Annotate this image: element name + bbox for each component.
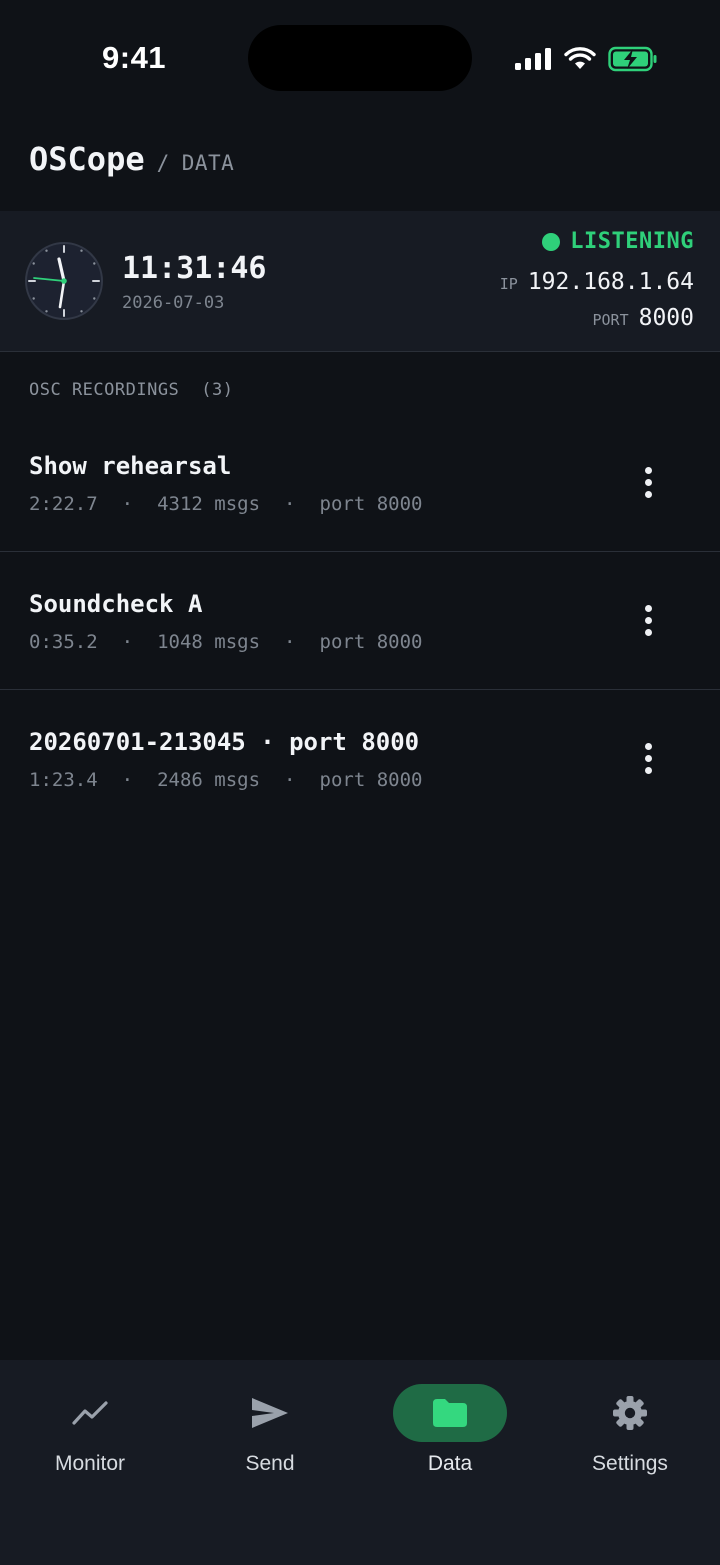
meta-separator: ·	[121, 631, 134, 653]
status-dot-icon	[542, 232, 561, 251]
trend-icon	[33, 1384, 147, 1442]
status-icons	[514, 44, 658, 74]
recordings-heading-label: OSC RECORDINGS	[29, 380, 180, 400]
recording-message-count: 2486 msgs	[157, 769, 261, 791]
recording-duration: 0:35.2	[29, 631, 98, 653]
wifi-icon	[564, 47, 596, 69]
analog-clock-icon	[25, 242, 103, 320]
breadcrumb-separator: /	[156, 151, 170, 175]
recording-meta: 1:23.4 · 2486 msgs · port 8000	[29, 769, 422, 791]
recording-item[interactable]: Show rehearsal 2:22.7 · 4312 msgs · port…	[0, 414, 720, 552]
recordings-count: (3)	[201, 380, 234, 400]
listening-status: LISTENING	[542, 229, 694, 254]
recording-duration: 2:22.7	[29, 493, 98, 515]
recording-message-count: 1048 msgs	[157, 631, 261, 653]
meta-separator: ·	[284, 631, 296, 653]
ip-row: IP 192.168.1.64	[500, 269, 694, 295]
recording-message-count: 4312 msgs	[157, 493, 261, 515]
meta-separator: ·	[121, 769, 134, 791]
tab-label: Data	[427, 1452, 473, 1475]
current-date: 2026-07-03	[122, 293, 225, 313]
meta-separator: ·	[284, 493, 296, 515]
folder-icon	[393, 1384, 507, 1442]
more-options-icon[interactable]	[628, 738, 668, 778]
recording-meta: 0:35.2 · 1048 msgs · port 8000	[29, 631, 422, 653]
ip-label: IP	[499, 275, 518, 293]
tab-monitor[interactable]: Monitor	[0, 1360, 180, 1500]
listener-status-card: 11:31:46 2026-07-03 LISTENING IP 192.168…	[0, 211, 720, 352]
recording-title: Show rehearsal	[29, 452, 232, 480]
meta-separator: ·	[284, 769, 296, 791]
status-bar: 9:41	[0, 0, 720, 118]
more-options-icon[interactable]	[628, 462, 668, 502]
recording-port: port 8000	[319, 493, 423, 515]
listening-label: LISTENING	[570, 229, 694, 254]
tab-label: Send	[245, 1452, 295, 1475]
tab-label: Monitor	[54, 1452, 126, 1475]
recording-port: port 8000	[319, 631, 423, 653]
tab-label: Settings	[592, 1452, 668, 1475]
port-label: PORT	[592, 311, 629, 329]
breadcrumb-current: DATA	[181, 151, 235, 175]
recording-item[interactable]: 20260701-213045 · port 8000 1:23.4 · 248…	[0, 690, 720, 828]
ip-value: 192.168.1.64	[527, 269, 694, 295]
meta-separator: ·	[121, 493, 134, 515]
recording-title: 20260701-213045 · port 8000	[29, 728, 420, 756]
battery-charging-icon	[608, 46, 657, 72]
recording-item[interactable]: Soundcheck A 0:35.2 · 1048 msgs · port 8…	[0, 552, 720, 690]
more-options-icon[interactable]	[628, 600, 668, 640]
gear-icon	[573, 1384, 687, 1442]
bottom-tab-bar: Monitor Send Data Settings	[0, 1360, 720, 1565]
recordings-heading: OSC RECORDINGS (3)	[29, 380, 234, 400]
tab-data[interactable]: Data	[360, 1360, 540, 1500]
tab-settings[interactable]: Settings	[540, 1360, 720, 1500]
recording-title: Soundcheck A	[29, 590, 203, 618]
status-bar-time: 9:41	[102, 40, 167, 75]
recording-meta: 2:22.7 · 4312 msgs · port 8000	[29, 493, 422, 515]
send-icon	[213, 1384, 327, 1442]
current-time: 11:31:46	[122, 251, 267, 286]
dynamic-island	[248, 25, 472, 91]
app-header: OSCope / DATA	[29, 140, 234, 178]
app-title: OSCope	[29, 140, 145, 178]
tab-send[interactable]: Send	[180, 1360, 360, 1500]
recording-port: port 8000	[319, 769, 423, 791]
port-row: PORT 8000	[592, 305, 694, 331]
recording-duration: 1:23.4	[29, 769, 98, 791]
port-value: 8000	[638, 305, 694, 331]
recordings-list: Show rehearsal 2:22.7 · 4312 msgs · port…	[0, 414, 720, 828]
cellular-signal-icon	[515, 48, 551, 70]
